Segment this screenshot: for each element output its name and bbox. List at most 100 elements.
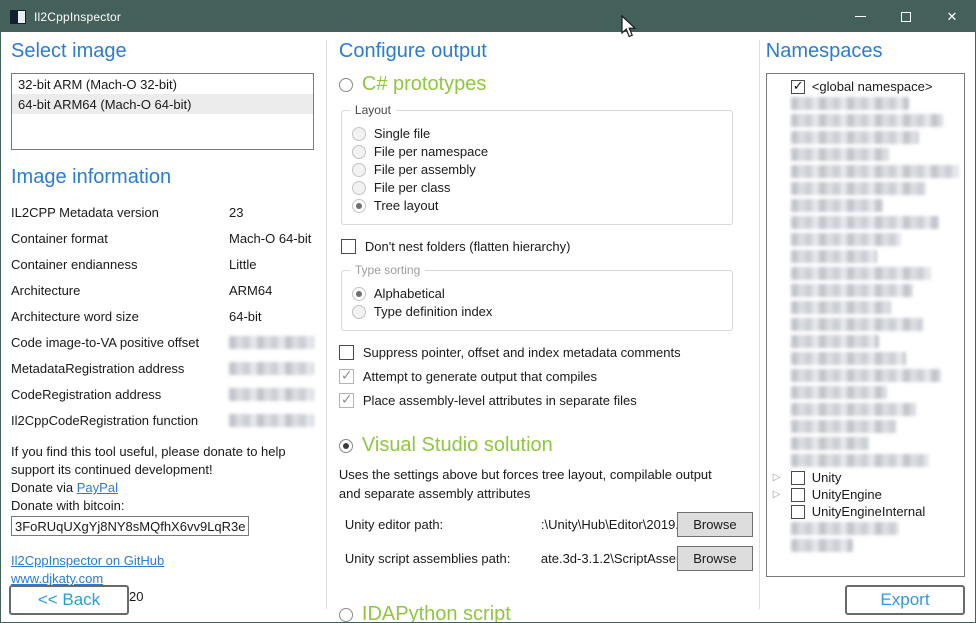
minimize-button[interactable] — [837, 1, 883, 32]
suppress-comments-option[interactable]: Suppress pointer, offset and index metad… — [339, 345, 753, 360]
namespace-item-redacted[interactable] — [773, 435, 962, 452]
info-key: Container endianness — [11, 257, 229, 272]
select-image-heading: Select image — [11, 40, 314, 63]
namespace-item-redacted[interactable] — [773, 520, 962, 537]
suppress-comments-checkbox[interactable] — [339, 345, 354, 360]
namespace-item-redacted[interactable] — [773, 129, 962, 146]
namespace-checkbox[interactable]: ✓ — [791, 80, 805, 94]
info-value: 64-bit — [229, 309, 262, 324]
namespace-item-redacted[interactable] — [773, 350, 962, 367]
idapython-option[interactable]: IDAPython script — [339, 603, 753, 623]
file-per-namespace-radio[interactable] — [352, 145, 366, 159]
visual-studio-radio[interactable] — [339, 439, 353, 453]
namespace-item-redacted[interactable] — [773, 265, 962, 282]
namespace-item-redacted[interactable] — [773, 537, 962, 554]
paypal-link[interactable]: PayPal — [77, 480, 118, 495]
flatten-hierarchy-checkbox[interactable] — [341, 239, 356, 254]
namespace-item-redacted[interactable] — [773, 146, 962, 163]
image-list-item[interactable]: 32-bit ARM (Mach-O 32-bit) — [12, 74, 313, 94]
expander-icon[interactable]: ▷ — [773, 490, 791, 500]
csharp-prototypes-option[interactable]: C# prototypes — [339, 73, 753, 96]
configure-output-heading: Configure output — [339, 40, 753, 63]
namespace-label: UnityEngineInternal — [812, 504, 925, 519]
unity-script-browse-button[interactable]: Browse — [677, 546, 753, 571]
namespace-item-redacted[interactable] — [773, 231, 962, 248]
image-list-item[interactable]: 64-bit ARM64 (Mach-O 64-bit) — [12, 94, 313, 114]
layout-option-file-per-class[interactable]: File per class — [352, 180, 722, 195]
donate-via-label: Donate via — [11, 480, 77, 495]
idapython-radio[interactable] — [339, 608, 353, 622]
expander-icon[interactable]: ▷ — [773, 473, 791, 483]
info-row: ArchitectureARM64 — [11, 277, 314, 303]
file-per-class-radio[interactable] — [352, 181, 366, 195]
file-per-assembly-label: File per assembly — [374, 162, 476, 177]
namespace-item-redacted[interactable] — [773, 367, 962, 384]
image-listbox[interactable]: 32-bit ARM (Mach-O 32-bit)64-bit ARM64 (… — [11, 73, 314, 150]
namespace-item-redacted[interactable] — [773, 316, 962, 333]
export-button[interactable]: Export — [845, 585, 965, 615]
namespace-checkbox[interactable] — [791, 488, 805, 502]
tree-layout-radio[interactable] — [352, 199, 366, 213]
maximize-button[interactable] — [883, 1, 929, 32]
namespace-item-redacted[interactable] — [773, 197, 962, 214]
layout-option-tree-layout[interactable]: Tree layout — [352, 198, 722, 213]
close-button[interactable]: ✕ — [929, 1, 975, 32]
redacted-namespace-text — [791, 165, 959, 178]
namespace-checkbox[interactable] — [791, 471, 805, 485]
namespace-item-redacted[interactable] — [773, 333, 962, 350]
redacted-namespace-text — [791, 267, 931, 280]
select-image-pane: Select image 32-bit ARM (Mach-O 32-bit)6… — [1, 32, 326, 623]
type-definition-index-radio[interactable] — [352, 305, 366, 319]
type-sorting-alphabetical-option[interactable]: Alphabetical — [352, 286, 722, 301]
namespace-item[interactable]: ▷Unity — [773, 469, 962, 486]
namespace-item-redacted[interactable] — [773, 401, 962, 418]
check-icon: ✓ — [793, 78, 804, 94]
namespace-item-redacted[interactable] — [773, 163, 962, 180]
visual-studio-option[interactable]: Visual Studio solution — [339, 434, 753, 457]
info-row: Il2CppCodeRegistration function — [11, 407, 314, 433]
alphabetical-radio[interactable] — [352, 287, 366, 301]
csharp-prototypes-radio[interactable] — [339, 78, 353, 92]
unity-editor-browse-button[interactable]: Browse — [677, 512, 753, 537]
redacted-namespace-text — [791, 301, 891, 314]
attempt-compile-checkbox[interactable]: ✓ — [339, 369, 354, 384]
github-link[interactable]: Il2CppInspector on GitHub — [11, 553, 164, 568]
namespace-checkbox[interactable] — [791, 505, 805, 519]
info-key: Architecture word size — [11, 309, 229, 324]
file-per-assembly-radio[interactable] — [352, 163, 366, 177]
app-window: Il2CppInspector ✕ Select image 32-bit AR… — [0, 0, 976, 623]
unity-script-path-label: Unity script assemblies path: — [345, 551, 541, 566]
namespace-item-redacted[interactable] — [773, 112, 962, 129]
redacted-namespace-text — [791, 233, 901, 246]
namespace-item[interactable]: ▷UnityEngine — [773, 486, 962, 503]
bitcoin-address-input[interactable] — [11, 516, 249, 536]
unity-editor-path-value[interactable]: :\Unity\Hub\Editor\2019.2.8f1 — [541, 517, 677, 532]
separate-attributes-checkbox[interactable]: ✓ — [339, 393, 354, 408]
maximize-icon — [901, 12, 911, 22]
unity-script-path-value[interactable]: ate.3d-3.1.2\ScriptAssemblies — [541, 551, 677, 566]
layout-option-single-file[interactable]: Single file — [352, 126, 722, 141]
namespace-item-redacted[interactable] — [773, 452, 962, 469]
namespace-item[interactable]: ✓<global namespace> — [773, 78, 962, 95]
attempt-compile-option[interactable]: ✓ Attempt to generate output that compil… — [339, 369, 753, 384]
layout-option-file-per-assembly[interactable]: File per assembly — [352, 162, 722, 177]
namespace-item-redacted[interactable] — [773, 418, 962, 435]
separate-attributes-option[interactable]: ✓ Place assembly-level attributes in sep… — [339, 393, 753, 408]
namespace-item-redacted[interactable] — [773, 299, 962, 316]
back-button[interactable]: << Back — [9, 585, 129, 615]
namespace-item[interactable]: UnityEngineInternal — [773, 503, 962, 520]
namespace-item-redacted[interactable] — [773, 180, 962, 197]
namespace-item-redacted[interactable] — [773, 282, 962, 299]
website-link[interactable]: www.djkaty.com — [11, 571, 103, 586]
type-sorting-index-option[interactable]: Type definition index — [352, 304, 722, 319]
namespace-item-redacted[interactable] — [773, 384, 962, 401]
flatten-hierarchy-option[interactable]: Don't nest folders (flatten hierarchy) — [341, 239, 753, 254]
layout-option-file-per-namespace[interactable]: File per namespace — [352, 144, 722, 159]
csharp-prototypes-label: C# prototypes — [362, 73, 487, 96]
file-per-class-label: File per class — [374, 180, 451, 195]
namespace-item-redacted[interactable] — [773, 214, 962, 231]
namespaces-list[interactable]: ✓<global namespace> ▷Unity▷UnityEngineUni… — [766, 73, 965, 577]
namespace-item-redacted[interactable] — [773, 248, 962, 265]
single-file-radio[interactable] — [352, 127, 366, 141]
namespace-item-redacted[interactable] — [773, 95, 962, 112]
